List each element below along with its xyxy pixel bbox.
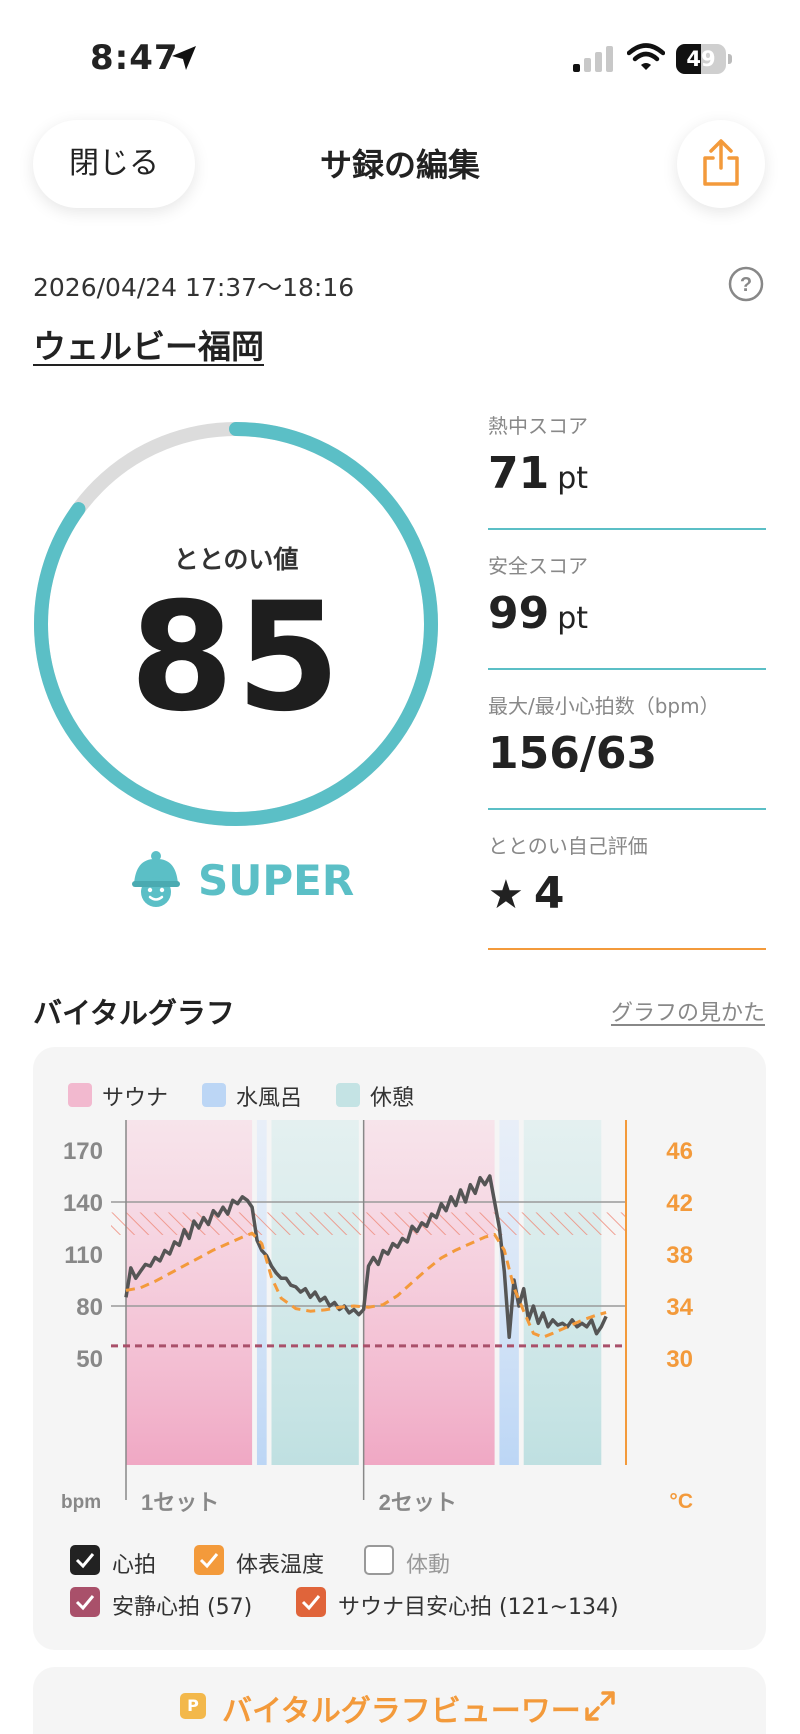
legend-sauna-swatch	[68, 1083, 92, 1107]
right-tick-label: 34	[666, 1294, 693, 1321]
legend-rest-swatch	[336, 1083, 360, 1107]
svg-text:?: ?	[740, 274, 752, 296]
battery-percent: 49	[686, 47, 716, 71]
legend-cold-bath-label: 水風呂	[236, 1086, 303, 1111]
heart-rate-range-value: 156/63	[488, 728, 658, 779]
heat-score: 熱中スコア 71 pt	[488, 410, 766, 530]
premium-badge-icon: P	[180, 1693, 206, 1719]
checkbox-body-motion-box[interactable]	[364, 1545, 394, 1575]
phase-band-rest	[523, 1120, 602, 1465]
heat-score-label: 熱中スコア	[488, 414, 588, 438]
checkbox-skin-temp-label: 体表温度	[236, 1553, 325, 1578]
location-arrow-icon	[172, 46, 196, 70]
checkbox-sauna-target-hr-label: サウナ目安心拍 (121~134)	[338, 1595, 619, 1620]
graph-guide-link[interactable]: グラフの見かた	[600, 995, 765, 1027]
cellular-signal-icon	[573, 46, 613, 72]
legend-sauna-label: サウナ	[102, 1086, 169, 1111]
battery-indicator: 49	[676, 44, 732, 74]
totonoi-value: 85	[129, 571, 343, 745]
sauna-target-band	[111, 1212, 626, 1235]
left-tick-label: 50	[76, 1346, 103, 1373]
share-button[interactable]	[677, 120, 765, 208]
legend-rest-label: 休憩	[370, 1086, 415, 1111]
help-icon[interactable]: ?	[728, 266, 764, 302]
left-tick-label: 140	[63, 1190, 103, 1217]
totonoi-grade: SUPER	[198, 856, 355, 905]
phase-band-sauna	[126, 1120, 253, 1465]
expand-icon[interactable]	[584, 1690, 616, 1722]
star-icon: ★	[488, 872, 524, 918]
share-icon	[703, 139, 739, 186]
checkbox-heart-rate-label: 心拍	[112, 1553, 157, 1578]
phase-band-cold	[256, 1120, 267, 1465]
left-tick-label: 110	[64, 1242, 103, 1269]
heart-rate-range: 最大/最小心拍数（bpm） 156/63	[488, 690, 766, 810]
heat-score-value: 71 pt	[488, 448, 589, 499]
right-tick-label: 42	[666, 1190, 693, 1217]
right-axis-unit: °C	[669, 1490, 693, 1513]
checkbox-body-motion-label: 体動	[406, 1553, 451, 1578]
vital-graph-viewer-label[interactable]: バイタルグラフビューワー	[222, 1686, 581, 1730]
self-rating[interactable]: ととのい自己評価 ★ 4	[488, 830, 766, 950]
checkbox-sauna-target-hr-box[interactable]	[296, 1587, 326, 1617]
left-tick-label: 80	[76, 1294, 103, 1321]
set-label: 1セット	[141, 1490, 219, 1515]
session-datetime: 2026/04/24 17:37～18:16	[33, 273, 355, 302]
status-time: 8:47	[90, 38, 179, 78]
right-tick-label: 46	[666, 1138, 693, 1165]
status-bar: 8:47 49	[0, 0, 800, 110]
right-tick-label: 38	[666, 1242, 693, 1269]
left-axis-unit: bpm	[61, 1492, 101, 1513]
page-title: サ録の編集	[319, 146, 480, 184]
phase-band-sauna	[363, 1120, 495, 1465]
vital-chart: 50 80 110 140 170 30 34 38 42 46 bpm °C 1セット 2セット	[61, 1120, 694, 1515]
safety-score: 安全スコア 99 pt	[488, 550, 766, 670]
sauna-hat-mascot-icon	[132, 851, 180, 907]
wifi-icon	[627, 43, 665, 70]
close-button[interactable]: 閉じる	[33, 120, 195, 208]
checkbox-resting-hr-box[interactable]	[70, 1587, 100, 1617]
checkbox-resting-hr-label: 安静心拍 (57)	[112, 1595, 253, 1620]
checkbox-heart-rate-box[interactable]	[70, 1545, 100, 1575]
legend-cold-bath-swatch	[202, 1083, 226, 1107]
facility-name-link[interactable]: ウェルビー福岡	[33, 320, 264, 368]
right-tick-label: 30	[666, 1346, 693, 1373]
safety-score-label: 安全スコア	[488, 554, 588, 578]
left-tick-label: 170	[63, 1138, 103, 1165]
vital-graph-title: バイタルグラフ	[33, 996, 235, 1030]
set-label: 2セット	[379, 1490, 457, 1515]
heart-rate-range-label: 最大/最小心拍数（bpm）	[488, 694, 720, 718]
self-rating-value: ★ 4	[488, 868, 565, 919]
checkbox-skin-temp-box[interactable]	[194, 1545, 224, 1575]
safety-score-value: 99 pt	[488, 588, 589, 639]
self-rating-label: ととのい自己評価	[488, 834, 648, 858]
